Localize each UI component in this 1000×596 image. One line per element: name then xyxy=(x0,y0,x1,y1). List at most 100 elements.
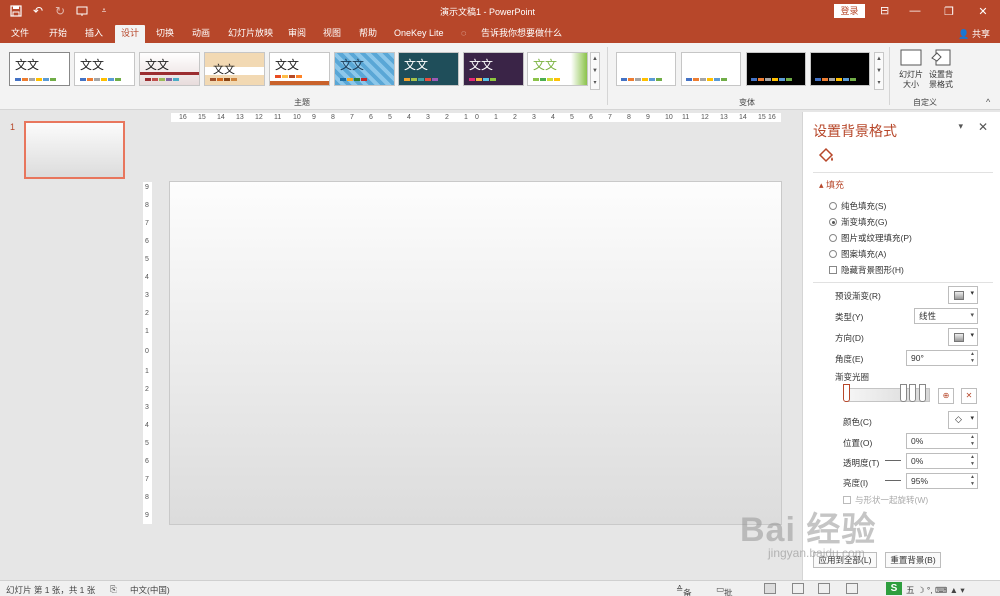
start-slideshow-icon[interactable] xyxy=(74,3,90,19)
pane-close-icon[interactable]: ✕ xyxy=(978,120,988,134)
tell-me-search[interactable]: 告诉我你想要做什么 xyxy=(478,25,565,43)
format-background-button[interactable]: 设置背景格式 xyxy=(926,48,956,90)
slide-sorter-icon[interactable] xyxy=(792,583,804,594)
slide-size-button[interactable]: 幻灯片大小 xyxy=(896,48,926,90)
angle-spinner[interactable]: 90° ▲ ▼ xyxy=(906,350,978,366)
radio-picture-fill[interactable]: 图片或纹理填充(P) xyxy=(829,232,912,244)
radio-circle[interactable] xyxy=(829,234,837,242)
ruler-label: 13 xyxy=(720,114,728,121)
theme-facet[interactable]: 文文 xyxy=(139,52,200,86)
reset-background-button[interactable]: 重置背景(B) xyxy=(885,552,941,568)
notes-button[interactable]: ≙ 备注 xyxy=(676,584,692,596)
ruler-label: 8 xyxy=(145,202,149,209)
ime-mode-icon[interactable]: 五 ☽ °, ⌨ ▲ ▾ xyxy=(906,584,965,596)
minimize-icon[interactable]: — xyxy=(898,0,932,22)
restore-icon[interactable]: ❐ xyxy=(932,0,966,22)
gradient-stop[interactable] xyxy=(900,384,907,402)
undo-icon[interactable]: ↶ xyxy=(30,3,46,19)
type-dropdown[interactable]: 线性 ▾ xyxy=(914,308,978,324)
variant-1[interactable] xyxy=(616,52,676,86)
radio-circle[interactable] xyxy=(829,250,837,258)
brightness-slider[interactable] xyxy=(885,480,901,481)
radio-solid-fill[interactable]: 纯色填充(S) xyxy=(829,200,886,212)
tab-help[interactable]: 帮助 xyxy=(356,25,380,43)
comments-button[interactable]: ▭ 批注 xyxy=(716,584,733,596)
variant-2[interactable] xyxy=(681,52,741,86)
gradient-stop[interactable] xyxy=(843,384,850,402)
tab-design[interactable]: 设计 xyxy=(115,25,146,43)
radio-pattern-fill[interactable]: 图案填充(A) xyxy=(829,248,886,260)
format-background-label: 设置背景格式 xyxy=(929,70,953,89)
brightness-spinner[interactable]: 95% ▲ ▼ xyxy=(906,473,978,489)
type-label: 类型(Y) xyxy=(835,312,864,322)
gradient-stop[interactable] xyxy=(909,384,916,402)
ruler-label: 1 xyxy=(145,328,149,335)
variant-4[interactable] xyxy=(810,52,870,86)
color-picker-dropdown[interactable]: ◇ ▾ xyxy=(948,411,978,429)
fill-section-label: 填充 xyxy=(826,180,845,190)
slideshow-view-icon[interactable] xyxy=(846,583,858,594)
customize-qat-icon[interactable]: ⩡ xyxy=(96,3,112,19)
language-indicator[interactable]: 中文(中国) xyxy=(130,584,170,596)
tab-onekey[interactable]: OneKey Lite xyxy=(391,25,447,43)
pane-options-icon[interactable]: ▾ xyxy=(958,121,963,132)
remove-stop-icon[interactable]: ✕ xyxy=(961,388,977,404)
theme-thumb-text: 文文 xyxy=(404,58,429,72)
reading-view-icon[interactable] xyxy=(818,583,830,594)
fill-section-header[interactable]: ▴ 填充 xyxy=(819,178,844,191)
radio-gradient-fill[interactable]: 渐变填充(G) xyxy=(829,216,887,228)
tab-review[interactable]: 审阅 xyxy=(285,25,309,43)
add-stop-icon[interactable]: ⊕ xyxy=(938,388,954,404)
slide-thumbnail[interactable] xyxy=(24,121,125,179)
theme-organic[interactable]: 文文 xyxy=(398,52,459,86)
paint-bucket-icon[interactable] xyxy=(817,146,835,164)
direction-dropdown[interactable]: ▾ xyxy=(948,328,978,346)
checkbox-box[interactable] xyxy=(829,266,837,274)
ruler-label: 15 xyxy=(198,114,206,121)
theme-office-2[interactable]: 文文 xyxy=(74,52,135,86)
slide-canvas[interactable] xyxy=(169,181,782,525)
tab-home[interactable]: 开始 xyxy=(46,25,70,43)
tab-slideshow[interactable]: 幻灯片放映 xyxy=(225,25,276,43)
theme-retrospect[interactable]: 文文 xyxy=(334,52,395,86)
redo-icon[interactable]: ↻ xyxy=(52,3,68,19)
ribbon-display-icon[interactable]: ⊟ xyxy=(880,4,889,17)
transparency-slider[interactable] xyxy=(885,460,901,461)
login-button[interactable]: 登录 xyxy=(834,4,865,18)
format-background-icon xyxy=(930,48,952,68)
ruler-label: 0 xyxy=(145,348,149,355)
theme-gallery-scroll[interactable]: ▲ ▼ ▾ xyxy=(590,52,600,90)
tab-animations[interactable]: 动画 xyxy=(189,25,213,43)
window-title: 演示文稿1 - PowerPoint xyxy=(440,7,536,17)
normal-view-icon[interactable] xyxy=(764,583,776,594)
theme-office[interactable]: 文文 xyxy=(9,52,70,86)
ruler-label: 15 xyxy=(758,114,766,121)
gradient-bar[interactable] xyxy=(845,388,930,402)
lightbulb-icon[interactable]: ◌ xyxy=(458,25,469,43)
close-icon[interactable]: ✕ xyxy=(966,0,1000,22)
theme-slice[interactable]: 文文 xyxy=(463,52,524,86)
radio-circle[interactable] xyxy=(829,218,837,226)
preset-gradient-dropdown[interactable]: ▾ xyxy=(948,286,978,304)
variant-gallery-scroll[interactable]: ▲ ▼ ▾ xyxy=(874,52,884,90)
collapse-ribbon-icon[interactable]: ^ xyxy=(986,97,990,107)
tab-view[interactable]: 视图 xyxy=(320,25,344,43)
ruler-label: 7 xyxy=(350,114,354,121)
radio-circle[interactable] xyxy=(829,202,837,210)
save-icon[interactable] xyxy=(8,3,24,19)
spellcheck-icon[interactable]: ⎘ xyxy=(110,584,117,595)
theme-wood[interactable]: 文文 xyxy=(204,52,265,86)
theme-wisp[interactable]: 文文 xyxy=(527,52,588,86)
tab-transitions[interactable]: 切换 xyxy=(153,25,177,43)
variant-3[interactable] xyxy=(746,52,806,86)
gradient-stop[interactable] xyxy=(919,384,926,402)
ruler-label: 7 xyxy=(145,220,149,227)
tab-insert[interactable]: 插入 xyxy=(82,25,106,43)
hide-bg-graphics-checkbox[interactable]: 隐藏背景图形(H) xyxy=(829,264,904,276)
ime-logo-icon[interactable]: S xyxy=(886,582,902,595)
theme-ion[interactable]: 文文 xyxy=(269,52,330,86)
share-button[interactable]: 👤 共享 xyxy=(958,27,990,40)
tab-file[interactable]: 文件 xyxy=(8,25,32,43)
transparency-spinner[interactable]: 0% ▲ ▼ xyxy=(906,453,978,469)
position-spinner[interactable]: 0% ▲ ▼ xyxy=(906,433,978,449)
